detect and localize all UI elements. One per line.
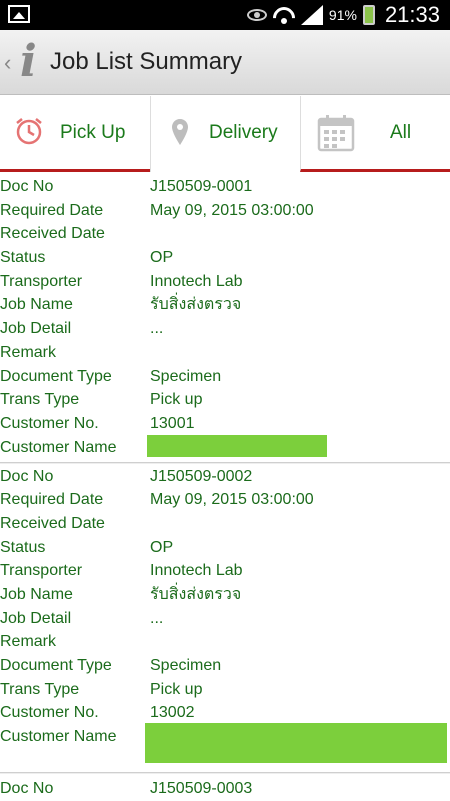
status-row: Status OP (0, 536, 450, 560)
doc-no-label: Doc No (0, 467, 54, 485)
job-name-label: Job Name (0, 586, 73, 603)
trans-type-label: Trans Type (0, 391, 80, 409)
document-type-value: Specimen (150, 367, 222, 385)
required-date-label: Required Date (0, 201, 104, 219)
job-name-row: Job Name รับสิ่งส่งตรวจ (0, 583, 450, 607)
status-value: OP (150, 249, 174, 267)
page-title: Job List Summary (50, 48, 243, 75)
status-row: Status OP (0, 246, 450, 270)
received-date-row: Received Date (0, 222, 450, 246)
battery-percent: 91% (328, 7, 357, 23)
status-bar: 91% 21:33 (0, 0, 450, 30)
remark-row: Remark (0, 630, 450, 654)
tab-delivery[interactable]: Delivery (150, 96, 300, 172)
customer-name-row: Customer Name (0, 723, 450, 772)
doc-no-row: Doc No J150509-0003 (0, 777, 450, 801)
job-name-label: Job Name (0, 296, 73, 314)
customer-name-row: Customer Name (0, 434, 450, 462)
status-value: OP (150, 538, 174, 556)
customer-no-value: 13001 (150, 414, 195, 432)
document-type-row: Document Type Specimen (0, 654, 450, 678)
doc-no-row: Doc No J150509-0001 (0, 175, 450, 199)
tab-all[interactable]: All (300, 96, 450, 172)
document-type-label: Document Type (0, 367, 112, 385)
required-date-label: Required Date (0, 491, 104, 509)
doc-no-label: Doc No (0, 178, 54, 195)
transporter-row: Transporter Innotech Lab (0, 559, 450, 583)
doc-no-value: J150509-0003 (150, 780, 253, 798)
job-card[interactable]: Doc No J150509-0001 Required Date May 09, … (0, 175, 450, 463)
customer-no-label: Customer No. (0, 414, 99, 432)
trans-type-value: Pick up (150, 680, 203, 698)
tab-label: All (390, 122, 412, 143)
trans-type-row: Trans Type Pick up (0, 678, 450, 702)
received-date-label: Received Date (0, 514, 105, 532)
required-date-value: May 09, 2015 03:00:00 (150, 491, 314, 509)
document-type-value: Specimen (150, 657, 222, 675)
transporter-row: Transporter Innotech Lab (0, 270, 450, 294)
action-bar: ‹ i Job List Summary (0, 30, 450, 95)
job-detail-value: ... (150, 320, 164, 338)
job-detail-label: Job Detail (0, 609, 72, 627)
customer-no-value: 13002 (150, 704, 195, 722)
map-pin-icon (172, 119, 188, 145)
remark-label: Remark (0, 633, 57, 651)
eye-icon (246, 9, 267, 21)
doc-no-label: Doc No (0, 780, 54, 798)
tab-bar: Pick Up Delivery All (0, 96, 450, 172)
transporter-label: Transporter (0, 272, 83, 290)
trans-type-row: Trans Type Pick up (0, 388, 450, 412)
calendar-icon (317, 115, 355, 152)
customer-no-label: Customer No. (0, 704, 99, 722)
wifi-icon (273, 5, 295, 25)
status-label: Status (0, 249, 46, 267)
alarm-clock-icon (16, 118, 42, 145)
document-type-label: Document Type (0, 657, 112, 675)
transporter-value: Innotech Lab (150, 272, 243, 290)
doc-no-value: J150509-0001 (150, 178, 253, 195)
status-icons: 91% 21:33 (246, 0, 440, 30)
app-info-icon[interactable]: i (20, 36, 37, 87)
job-detail-row: Job Detail... (0, 607, 450, 631)
doc-no-row: Doc No J150509-0002 (0, 465, 450, 489)
job-detail-value: ... (150, 609, 164, 627)
trans-type-value: Pick up (150, 391, 203, 409)
redacted-customer-name (145, 723, 447, 764)
job-name-row: Job Name รับสิ่งส่งตรวจ (0, 293, 450, 317)
remark-row: Remark (0, 341, 450, 365)
customer-name-label: Customer Name (0, 438, 117, 456)
remark-label: Remark (0, 343, 57, 361)
job-card[interactable]: Doc No J150509-0002 Required Date May 09, … (0, 465, 450, 774)
required-date-row: Required Date May 09, 2015 03:00:00 (0, 199, 450, 223)
battery-charging-icon (362, 5, 375, 25)
customer-name-label: Customer Name (0, 728, 117, 746)
required-date-value: May 09, 2015 03:00:00 (150, 201, 314, 219)
tab-label: Pick Up (60, 122, 126, 143)
job-list[interactable]: Doc No J150509-0001 Required Date May 09, … (0, 175, 450, 801)
status-label: Status (0, 538, 46, 556)
job-name-value: รับสิ่งส่งตรวจ (150, 586, 242, 603)
clock: 21:33 (384, 2, 440, 27)
transporter-value: Innotech Lab (150, 562, 243, 580)
job-detail-label: Job Detail (0, 320, 72, 338)
redacted-customer-name (147, 434, 327, 457)
document-type-row: Document Type Specimen (0, 365, 450, 389)
back-chevron-icon[interactable]: ‹ (4, 50, 11, 76)
tab-pick-up[interactable]: Pick Up (0, 96, 150, 172)
job-name-value: รับสิ่งส่งตรวจ (150, 296, 242, 314)
transporter-label: Transporter (0, 562, 83, 580)
tab-label: Delivery (209, 122, 278, 143)
received-date-row: Received Date (0, 512, 450, 536)
job-detail-row: Job Detail... (0, 317, 450, 341)
required-date-row: Required Date May 09, 2015 03:00:00 (0, 488, 450, 512)
job-card[interactable]: Doc No J150509-0003 (0, 777, 450, 801)
received-date-label: Received Date (0, 225, 105, 243)
signal-icon (300, 5, 323, 25)
trans-type-label: Trans Type (0, 680, 80, 698)
customer-no-row: Customer No. 13002 (0, 701, 450, 725)
image-icon (8, 5, 30, 23)
customer-no-row: Customer No. 13001 (0, 412, 450, 436)
doc-no-value: J150509-0002 (150, 467, 253, 485)
